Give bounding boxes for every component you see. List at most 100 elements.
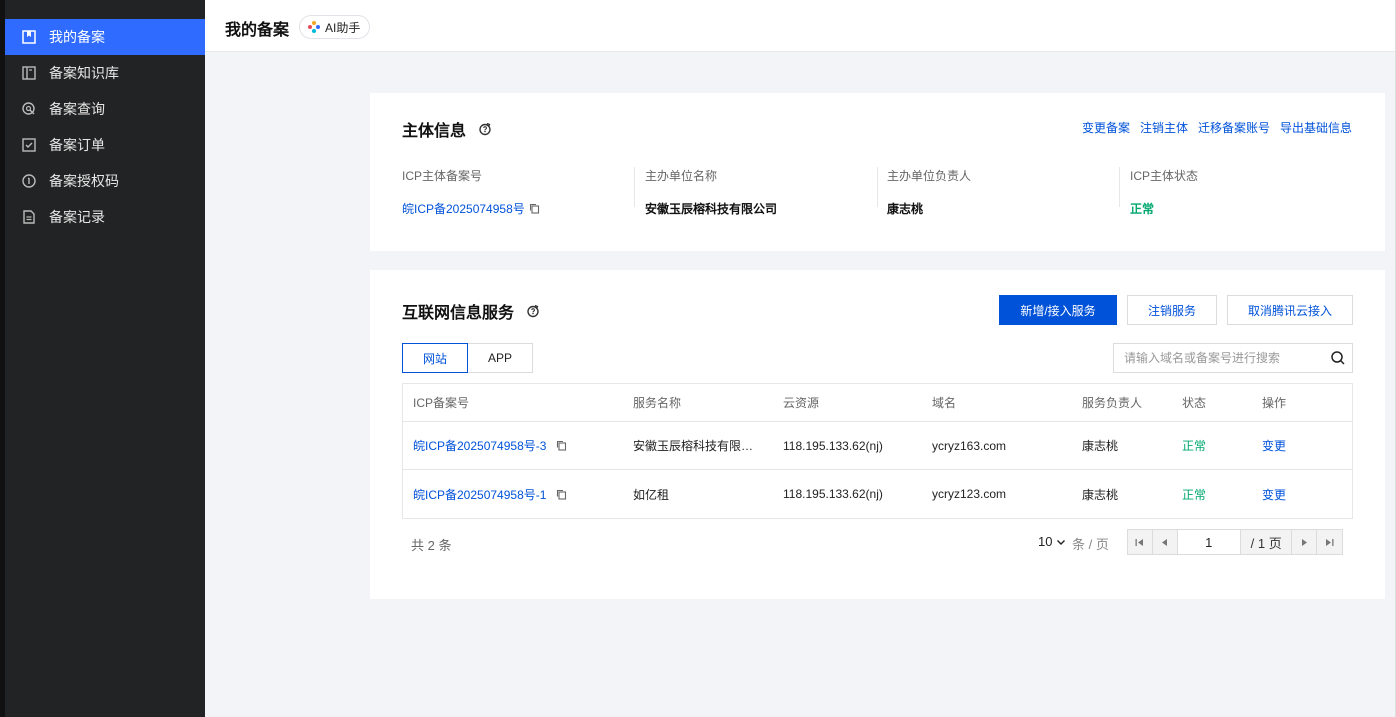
sidebar-item-label: 备案授权码 bbox=[49, 173, 119, 189]
organizer-name: 安徽玉辰榕科技有限公司 bbox=[645, 202, 778, 216]
first-page-icon bbox=[1135, 538, 1144, 546]
change-action-link[interactable]: 变更 bbox=[1262, 422, 1286, 469]
page-size-value[interactable]: 10 bbox=[1038, 534, 1052, 549]
tab-app[interactable]: APP bbox=[467, 343, 533, 373]
last-page-icon bbox=[1326, 538, 1334, 546]
auth-code-icon bbox=[21, 173, 37, 189]
ai-assistant-button[interactable]: AI助手 bbox=[299, 15, 371, 39]
owner-cell: 康志桃 bbox=[1082, 439, 1119, 453]
icp-subject-number-text[interactable]: 皖ICP备2025074958号 bbox=[402, 200, 525, 217]
service-title: 互联网信息服务 bbox=[402, 299, 540, 323]
field-label: ICP主体状态 bbox=[1130, 169, 1199, 183]
pagination: 1 / 1 页 bbox=[1127, 529, 1343, 555]
copy-icon[interactable] bbox=[556, 440, 567, 451]
table-header-row: ICP备案号 服务名称 云资源 域名 服务负责人 状态 操作 bbox=[403, 384, 1352, 422]
prev-page-icon bbox=[1162, 538, 1168, 546]
help-refresh-icon[interactable] bbox=[478, 122, 492, 136]
service-card: 互联网信息服务 新增/接入服务 注销服务 取消腾讯云接入 网站 APP ICP备… bbox=[370, 270, 1385, 599]
copy-icon[interactable] bbox=[556, 489, 567, 500]
icp-subject-number[interactable]: 皖ICP备2025074958号 bbox=[402, 200, 540, 217]
service-title-text: 互联网信息服务 bbox=[402, 305, 515, 322]
organizer-name-field: 主办单位名称 安徽玉辰榕科技有限公司 bbox=[645, 167, 778, 216]
last-page-button[interactable] bbox=[1317, 530, 1342, 554]
status-cell: 正常 bbox=[1182, 439, 1207, 453]
sidebar-item-label: 备案查询 bbox=[49, 101, 105, 117]
chevron-down-icon[interactable] bbox=[1056, 537, 1066, 547]
add-service-button[interactable]: 新增/接入服务 bbox=[999, 295, 1117, 325]
col-cloud: 云资源 bbox=[783, 396, 820, 410]
ai-assistant-label: AI助手 bbox=[325, 20, 361, 35]
page-number-input[interactable]: 1 bbox=[1177, 530, 1241, 554]
col-icp: ICP备案号 bbox=[413, 396, 470, 410]
next-page-icon bbox=[1301, 538, 1307, 546]
sidebar-item-my-filing[interactable]: 我的备案 bbox=[5, 19, 205, 55]
sidebar-item-orders[interactable]: 备案订单 bbox=[5, 127, 205, 163]
sidebar: 我的备案 备案知识库 备案查询 备案订单 备案授权码 备案记录 bbox=[5, 0, 205, 717]
subject-info-card: 主体信息 变更备案 注销主体 迁移备案账号 导出基础信息 ICP主体备案号 皖I… bbox=[370, 93, 1385, 251]
search-box bbox=[1113, 343, 1353, 373]
subject-title-text: 主体信息 bbox=[402, 123, 467, 140]
change-action-link[interactable]: 变更 bbox=[1262, 470, 1286, 518]
tab-website[interactable]: 网站 bbox=[402, 343, 468, 373]
divider bbox=[634, 167, 635, 207]
col-status: 状态 bbox=[1182, 396, 1207, 410]
icp-number[interactable]: 皖ICP备2025074958号-1 bbox=[413, 486, 546, 503]
first-page-button[interactable] bbox=[1128, 530, 1153, 554]
sidebar-item-query[interactable]: 备案查询 bbox=[5, 91, 205, 127]
col-action: 操作 bbox=[1262, 396, 1287, 410]
sidebar-item-auth-code[interactable]: 备案授权码 bbox=[5, 163, 205, 199]
service-name: 安徽玉辰榕科技有限公司 bbox=[633, 439, 761, 453]
icp-number[interactable]: 皖ICP备2025074958号-3 bbox=[413, 437, 546, 454]
sidebar-item-label: 我的备案 bbox=[49, 29, 105, 45]
sidebar-item-records[interactable]: 备案记录 bbox=[5, 199, 205, 235]
owner-cell: 康志桃 bbox=[1082, 487, 1119, 502]
field-label: 主办单位负责人 bbox=[887, 169, 972, 183]
status-cell: 正常 bbox=[1182, 487, 1207, 502]
icp-status-field: ICP主体状态 正常 bbox=[1130, 167, 1199, 216]
record-icon bbox=[21, 209, 37, 225]
per-page-label: 条 / 页 bbox=[1072, 537, 1109, 552]
page-size-select[interactable]: 10 bbox=[1038, 534, 1066, 549]
copy-icon[interactable] bbox=[529, 203, 540, 214]
search-input[interactable] bbox=[1114, 351, 1330, 365]
organizer-owner: 康志桃 bbox=[887, 202, 924, 216]
cloud-cell: 118.195.133.62(nj) bbox=[783, 438, 883, 453]
subject-actions: 变更备案 注销主体 迁移备案账号 导出基础信息 bbox=[1082, 119, 1352, 136]
cancel-subject-link[interactable]: 注销主体 bbox=[1140, 119, 1188, 136]
page-title: 我的备案 bbox=[225, 22, 290, 39]
search-doc-icon bbox=[21, 101, 37, 117]
icp-subject-number-field: ICP主体备案号 皖ICP备2025074958号 bbox=[402, 167, 540, 217]
service-name-cell: 如亿租 bbox=[633, 470, 669, 518]
sidebar-item-label: 备案记录 bbox=[49, 209, 105, 225]
table-row: 皖ICP备2025074958号-1 如亿租 118.195.133.62(nj… bbox=[403, 470, 1352, 518]
total-count: 共 2 条 bbox=[411, 538, 452, 553]
divider bbox=[1119, 167, 1120, 207]
domain-cell: ycryz163.com bbox=[932, 438, 1007, 453]
field-label: ICP主体备案号 bbox=[402, 169, 483, 183]
col-domain: 域名 bbox=[932, 396, 957, 410]
cancel-tencent-access-button[interactable]: 取消腾讯云接入 bbox=[1227, 295, 1353, 325]
service-table: ICP备案号 服务名称 云资源 域名 服务负责人 状态 操作 皖ICP备2025… bbox=[402, 383, 1353, 519]
book-icon bbox=[21, 65, 37, 81]
col-service-name: 服务名称 bbox=[633, 396, 682, 410]
organizer-owner-field: 主办单位负责人 康志桃 bbox=[887, 167, 972, 216]
sidebar-item-knowledge[interactable]: 备案知识库 bbox=[5, 55, 205, 91]
top-header: 我的备案 AI助手 bbox=[205, 0, 1396, 52]
table-row: 皖ICP备2025074958号-3 安徽玉辰榕科技有限公司 118.195.1… bbox=[403, 422, 1352, 470]
export-info-link[interactable]: 导出基础信息 bbox=[1280, 119, 1352, 136]
field-label: 主办单位名称 bbox=[645, 169, 718, 183]
prev-page-button[interactable] bbox=[1153, 530, 1178, 554]
sidebar-item-label: 备案知识库 bbox=[49, 65, 119, 81]
icp-number-cell[interactable]: 皖ICP备2025074958号-3 bbox=[413, 422, 567, 469]
icp-status: 正常 bbox=[1130, 202, 1155, 216]
migrate-account-link[interactable]: 迁移备案账号 bbox=[1198, 119, 1270, 136]
next-page-button[interactable] bbox=[1292, 530, 1318, 554]
cancel-service-button[interactable]: 注销服务 bbox=[1127, 295, 1217, 325]
order-check-icon bbox=[21, 137, 37, 153]
change-filing-link[interactable]: 变更备案 bbox=[1082, 119, 1130, 136]
subject-title: 主体信息 bbox=[402, 117, 492, 141]
sidebar-item-label: 备案订单 bbox=[49, 137, 105, 153]
help-refresh-icon[interactable] bbox=[526, 304, 540, 318]
icp-number-cell[interactable]: 皖ICP备2025074958号-1 bbox=[413, 470, 567, 518]
search-icon[interactable] bbox=[1330, 350, 1346, 366]
